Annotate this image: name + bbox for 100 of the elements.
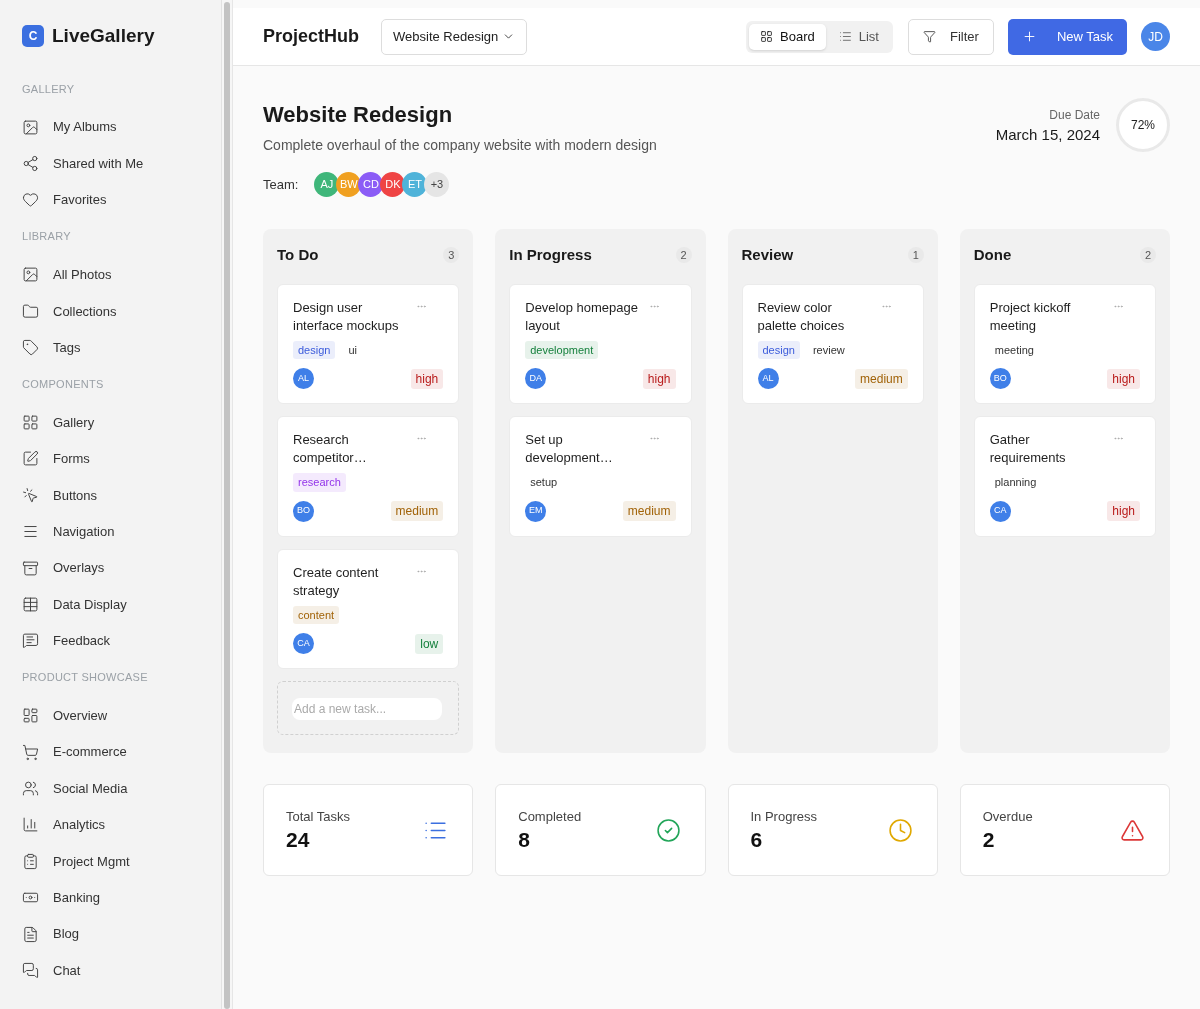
table-icon	[22, 596, 39, 613]
sidebar-item[interactable]: Overview	[22, 697, 199, 734]
priority-badge: high	[1107, 368, 1140, 389]
task-title: Project kickoff meeting	[989, 298, 1072, 335]
sidebar-item[interactable]: Favorites	[22, 181, 199, 219]
bar-chart-icon	[22, 816, 39, 834]
new-task-field[interactable]: Add a new task...	[292, 698, 442, 720]
priority-badge: medium	[622, 501, 676, 521]
priority-badge: medium	[390, 501, 444, 521]
team-avatar: AJ	[314, 172, 340, 197]
warning-icon	[1120, 817, 1145, 843]
column-count: 2	[1140, 247, 1156, 264]
team-avatar: CD	[358, 172, 384, 197]
assignee-avatar: EM	[525, 500, 547, 522]
priority-badge: medium	[855, 368, 908, 389]
section-heading: LIBRARY	[22, 229, 72, 245]
section-heading: PRODUCT SHOWCASE	[22, 670, 149, 686]
progress-ring: 72%	[1116, 98, 1170, 152]
task-card[interactable]: Review color palette choices design review AL medium	[741, 283, 924, 404]
sidebar-item[interactable]: All Photos	[22, 256, 199, 294]
priority-badge: high	[1107, 501, 1140, 521]
sidebar-item[interactable]: Collections	[22, 293, 199, 330]
sidebar-item[interactable]: Social Media	[22, 770, 199, 807]
stat-label: Overdue	[982, 808, 1033, 827]
assignee-avatar: CA	[293, 633, 314, 654]
task-card[interactable]: Set up development… setup EM medium	[509, 416, 692, 537]
task-tag: research	[293, 473, 346, 492]
column-title: In Progress	[509, 245, 592, 265]
stat-value: 6	[750, 826, 764, 853]
view-tab[interactable]: Board	[749, 23, 826, 50]
task-tag: development	[525, 340, 599, 359]
sidebar-item[interactable]: Banking	[22, 879, 199, 916]
assignee-avatar: CA	[989, 500, 1011, 522]
view-tab[interactable]: List	[827, 23, 890, 50]
task-tag: setup	[525, 473, 563, 492]
column-title: Review	[741, 245, 794, 265]
clipboard-icon	[22, 852, 39, 870]
cart-icon	[22, 743, 39, 761]
new-task-button[interactable]: New Task	[1007, 18, 1127, 55]
sidebar-item[interactable]: Project Mgmt	[22, 843, 199, 880]
user-avatar[interactable]: JD	[1141, 22, 1170, 51]
filter-button[interactable]: Filter	[908, 18, 994, 55]
team-label: Team:	[263, 175, 299, 194]
stat-label: Completed	[518, 808, 582, 827]
sidebar-item[interactable]: My Albums	[22, 109, 199, 146]
stat-label: In Progress	[750, 808, 817, 827]
image-icon	[22, 266, 39, 284]
assignee-avatar: BO	[293, 500, 314, 522]
project-select[interactable]: Website Redesign	[381, 18, 528, 55]
project-description: Complete overhaul of the company website with modern design	[263, 136, 657, 155]
chat-icon	[22, 962, 39, 979]
task-card[interactable]: Develop homepage layout development DA high	[509, 283, 692, 404]
brand-name: LiveGallery	[52, 24, 155, 48]
sidebar-item[interactable]: E-commerce	[22, 733, 199, 771]
column-count: 2	[675, 247, 692, 264]
sidebar-item[interactable]: Forms	[22, 440, 199, 478]
task-tag: content	[293, 605, 340, 624]
sidebar-item[interactable]: Navigation	[22, 513, 199, 550]
clock-icon	[887, 817, 913, 843]
share-icon	[22, 155, 39, 173]
sidebar-item[interactable]: Gallery	[22, 404, 199, 441]
task-title: Design user interface mockups	[293, 298, 400, 335]
sidebar-item[interactable]: Overlays	[22, 549, 199, 587]
app-logo: C	[22, 25, 44, 48]
task-tag: planning	[989, 473, 1042, 492]
stat-value: 24	[286, 826, 311, 853]
priority-badge: high	[410, 368, 444, 389]
task-card[interactable]: Research competitor… research BO medium	[277, 416, 460, 537]
column-title: Done	[973, 245, 1012, 265]
document-icon	[22, 925, 39, 943]
sidebar-item[interactable]: Data Display	[22, 586, 199, 623]
section-heading: GALLERY	[22, 81, 76, 97]
tray-icon	[22, 559, 39, 577]
sidebar-item[interactable]: Blog	[22, 915, 199, 953]
check-circle-icon	[655, 817, 681, 843]
sidebar-item[interactable]: Chat	[22, 952, 199, 989]
app-title: ProjectHub	[263, 25, 359, 48]
task-card[interactable]: Gather requirements planning CA high	[973, 416, 1156, 537]
folder-icon	[22, 302, 39, 320]
assignee-avatar: AL	[757, 368, 779, 389]
filter-icon	[923, 30, 936, 43]
users-icon	[22, 780, 39, 798]
message-icon	[22, 632, 39, 650]
task-card[interactable]: Create content strategy content CA low	[277, 548, 460, 669]
task-tag: meeting	[989, 340, 1039, 359]
sidebar-item[interactable]: Analytics	[22, 806, 199, 844]
task-tag: design	[757, 340, 800, 359]
assignee-avatar: DA	[525, 368, 547, 389]
task-card[interactable]: Project kickoff meeting meeting BO high	[973, 283, 1156, 404]
stat-label: Total Tasks	[286, 808, 351, 827]
sidebar-item[interactable]: Feedback	[22, 622, 199, 660]
sidebar-item[interactable]: Shared with Me	[22, 145, 199, 182]
task-title: Develop homepage layout	[525, 298, 639, 335]
task-title: Set up development…	[525, 431, 614, 467]
sidebar-item[interactable]: Buttons	[22, 477, 199, 514]
team-more-count: +3	[424, 172, 450, 197]
plus-icon	[1021, 29, 1037, 44]
assignee-avatar: BO	[989, 368, 1011, 389]
sidebar-item[interactable]: Tags	[22, 329, 199, 366]
task-card[interactable]: Design user interface mockups design ui AL high	[277, 283, 460, 404]
